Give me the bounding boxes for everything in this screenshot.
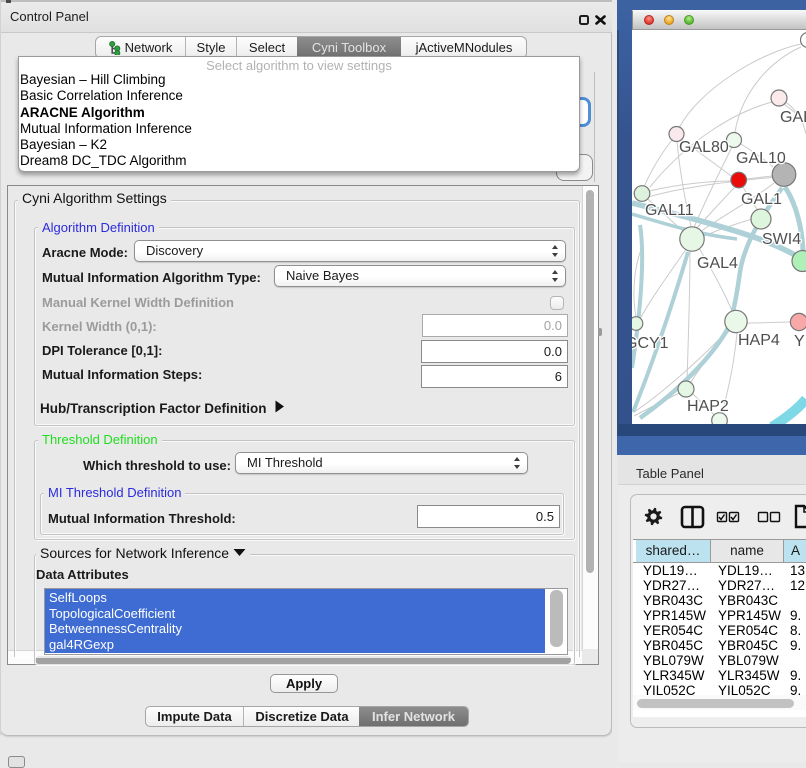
svg-text:Y: Y	[794, 333, 805, 350]
svg-text:GAL11: GAL11	[645, 202, 694, 219]
svg-text:GAL1: GAL1	[741, 191, 782, 208]
svg-text:SWI4: SWI4	[762, 231, 801, 248]
svg-text:GAL4: GAL4	[697, 255, 738, 272]
svg-text:GCY1: GCY1	[632, 335, 669, 352]
svg-text:HAP4: HAP4	[738, 332, 780, 349]
svg-text:GAL7: GAL7	[780, 109, 806, 126]
svg-text:GAL80: GAL80	[679, 139, 729, 156]
svg-text:GAL10: GAL10	[736, 150, 786, 167]
svg-text:HAP2: HAP2	[687, 398, 729, 415]
